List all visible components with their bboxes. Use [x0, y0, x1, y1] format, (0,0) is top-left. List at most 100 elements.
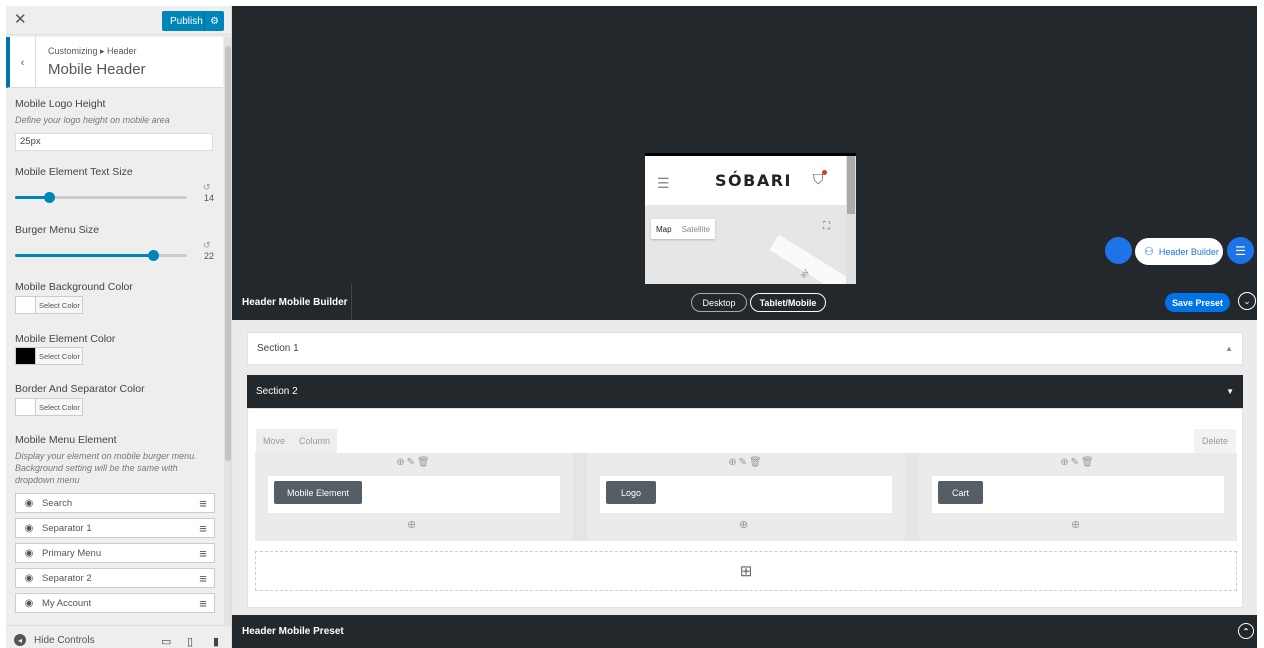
text-size-title: Mobile Element Text Size [15, 166, 133, 178]
logo-height-input[interactable]: 25px [15, 133, 213, 151]
menu-item-label: Separator 2 [42, 572, 92, 584]
tablet-mobile-tab[interactable]: Tablet/Mobile [750, 293, 826, 312]
text-size-value: 14 [204, 193, 215, 203]
add-element-icon[interactable]: ⊕ [1071, 518, 1080, 531]
burger-size-slider-handle[interactable] [148, 250, 159, 261]
preview-top-bar [645, 153, 856, 156]
reset-icon[interactable]: ↺ [203, 240, 211, 251]
chevron-up-icon[interactable]: ⌃ [1238, 623, 1254, 639]
chevron-left-icon[interactable]: ‹ [10, 37, 36, 88]
drag-handle-icon[interactable]: ≡ [192, 571, 214, 586]
eye-icon[interactable]: ◉ [16, 548, 42, 559]
text-size-slider-handle[interactable] [44, 192, 55, 203]
builder-column: ⊕✎🗑 Mobile Element ⊕ [255, 453, 573, 541]
preview-area: ☰ SÓBARI ⛉ Map Satellite ⛶ ay [232, 6, 1257, 284]
publish-button[interactable]: Publish ⚙ [162, 11, 224, 31]
logo-height-title: Mobile Logo Height [15, 98, 106, 110]
add-element-icon[interactable]: ⊕ [407, 518, 416, 531]
add-icon[interactable]: ⊕ [396, 457, 406, 468]
edit-icon[interactable]: ✎ [407, 457, 417, 468]
column-tab[interactable]: Column [292, 429, 338, 453]
map[interactable] [645, 205, 856, 284]
drag-handle-icon[interactable]: ≡ [192, 596, 214, 611]
el-color-title: Mobile Element Color [15, 333, 116, 345]
trash-icon[interactable]: 🗑 [417, 457, 432, 468]
hide-controls-button[interactable]: Hide Controls [34, 635, 95, 646]
add-icon[interactable]: ⊕ [1060, 457, 1070, 468]
column-dropzone[interactable]: Cart [932, 476, 1224, 513]
eye-icon[interactable]: ◉ [16, 598, 42, 609]
close-icon[interactable]: ✕ [14, 12, 30, 28]
preset-bar[interactable]: Header Mobile Preset ⌃ [232, 615, 1257, 648]
sidebar-scrollbar-thumb[interactable] [225, 46, 231, 461]
menu-item[interactable]: ◉ Primary Menu ≡ [15, 543, 215, 563]
add-row-icon[interactable]: ⊞ [740, 562, 753, 580]
eye-icon[interactable]: ◉ [16, 523, 42, 534]
el-color-button[interactable]: Select Color [15, 347, 83, 365]
chevron-up-icon[interactable]: ▲ [1225, 344, 1233, 353]
save-preset-button[interactable]: Save Preset [1165, 293, 1230, 312]
edit-icon[interactable]: ✎ [739, 457, 749, 468]
map-tab-map[interactable]: Map [651, 225, 677, 234]
section-1-header[interactable]: Section 1 ▲ [247, 332, 1243, 365]
burger-size-slider[interactable] [15, 250, 187, 261]
add-icon[interactable]: ⊕ [728, 457, 738, 468]
reset-icon[interactable]: ↺ [203, 182, 211, 193]
edit-icon[interactable]: ✎ [1071, 457, 1081, 468]
builder-element[interactable]: Cart [938, 481, 983, 504]
section-2-header[interactable]: Section 2 ▼ [247, 375, 1243, 408]
add-row-button[interactable]: ⊞ [255, 551, 1237, 591]
customizer-sidebar: ✕ Publish ⚙ ‹ Customizing ▸ Header Mobil… [6, 6, 232, 648]
trash-icon[interactable]: 🗑 [1081, 457, 1096, 468]
desktop-icon[interactable]: ▭ [161, 635, 171, 648]
trash-icon[interactable]: 🗑 [749, 457, 764, 468]
site-logo[interactable]: SÓBARI [715, 171, 792, 190]
breadcrumb: ‹ Customizing ▸ Header Mobile Header [6, 37, 223, 88]
text-size-slider[interactable] [15, 192, 187, 203]
move-tab[interactable]: Move [256, 429, 293, 453]
list-icon[interactable]: ☰ [1227, 237, 1254, 264]
preview-scrollbar-thumb[interactable] [847, 156, 855, 214]
gear-icon[interactable]: ⚙ [204, 11, 224, 31]
menu-item-label: Separator 1 [42, 522, 92, 534]
section-2-label: Section 2 [256, 386, 298, 397]
drag-handle-icon[interactable]: ≡ [192, 496, 214, 511]
mobile-icon[interactable]: ▮ [213, 635, 219, 648]
section-2-body: Move Column Delete ⊕✎🗑 Mobile Element ⊕ … [247, 408, 1243, 608]
menu-element-desc: Display your element on mobile burger me… [15, 451, 197, 485]
menu-item[interactable]: ◉ My Account ≡ [15, 593, 215, 613]
publish-label[interactable]: Publish [162, 16, 204, 27]
menu-item[interactable]: ◉ Separator 1 ≡ [15, 518, 215, 538]
add-element-icon[interactable]: ⊕ [739, 518, 748, 531]
collapse-icon[interactable]: ◂ [14, 634, 26, 646]
desktop-tab[interactable]: Desktop [691, 293, 747, 312]
eye-icon[interactable]: ◉ [16, 498, 42, 509]
column-tools: ⊕✎🗑 [587, 457, 905, 468]
mobile-preview: ☰ SÓBARI ⛉ Map Satellite ⛶ ay [645, 153, 856, 284]
menu-item-label: Search [42, 497, 73, 509]
drag-handle-icon[interactable]: ≡ [192, 521, 214, 536]
fullscreen-icon[interactable]: ⛶ [823, 221, 830, 232]
eye-icon[interactable]: ◉ [16, 573, 42, 584]
chevron-down-icon[interactable]: ▼ [1226, 387, 1234, 396]
map-tab-satellite[interactable]: Satellite [677, 225, 715, 234]
cart-badge [822, 170, 827, 175]
menu-item[interactable]: ◉ Separator 2 ≡ [15, 568, 215, 588]
column-dropzone[interactable]: Logo [600, 476, 892, 513]
hamburger-icon[interactable]: ☰ [657, 175, 670, 192]
border-color-title: Border And Separator Color [15, 383, 145, 395]
builder-toolbar: Header Mobile Builder Desktop Tablet/Mob… [232, 284, 1257, 320]
border-color-button[interactable]: Select Color [15, 398, 83, 416]
drag-handle-icon[interactable]: ≡ [192, 546, 214, 561]
bg-color-button[interactable]: Select Color [15, 296, 83, 314]
burger-size-value: 22 [204, 251, 215, 261]
builder-element[interactable]: Mobile Element [274, 481, 362, 504]
floating-action-button[interactable] [1105, 237, 1132, 264]
header-builder-button[interactable]: ⚇ Header Builder [1135, 238, 1223, 265]
tablet-icon[interactable]: ▯ [187, 635, 193, 648]
column-dropzone[interactable]: Mobile Element [268, 476, 560, 513]
menu-item[interactable]: ◉ Search ≡ [15, 493, 215, 513]
chevron-down-icon[interactable]: ⌄ [1238, 292, 1256, 310]
builder-element[interactable]: Logo [606, 481, 656, 504]
delete-button[interactable]: Delete [1193, 429, 1236, 453]
